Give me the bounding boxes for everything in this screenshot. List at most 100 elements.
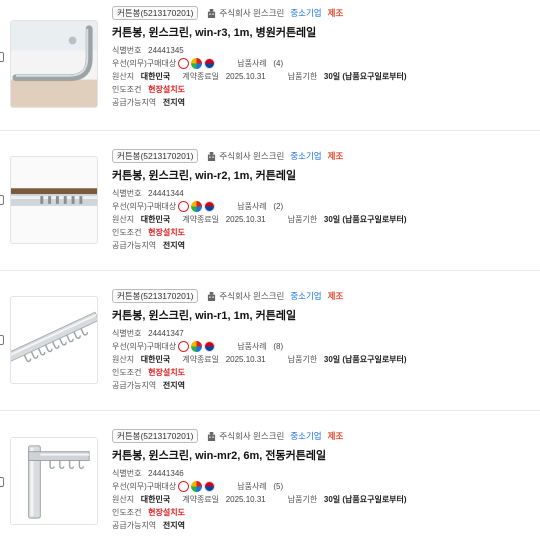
curtain-rail-hooks-image [11, 297, 97, 383]
category-badge[interactable]: 커튼봉(5213170201) [112, 149, 199, 163]
id-value: 24441344 [148, 189, 184, 198]
product-thumbnail[interactable] [10, 156, 98, 244]
social-enterprise-cert-icon [191, 58, 203, 69]
delivery-label: 인도조건 [112, 85, 142, 94]
delivery-value: 현장설치도 [148, 508, 185, 517]
cert-icons [178, 341, 216, 352]
origin-value: 대한민국 [140, 215, 171, 224]
product-thumbnail[interactable] [10, 437, 98, 525]
region-value: 전지역 [162, 521, 185, 530]
item-info: 커튼봉(5213170201) 주식회사 윈스크린 중소기업 제조 커튼봉, 윈… [112, 6, 537, 109]
id-label: 식별번호 [112, 46, 142, 55]
delivery-value: 현장설치도 [148, 85, 185, 94]
cases-count[interactable]: (4) [273, 57, 283, 70]
building-icon [208, 431, 216, 441]
region-value: 전지역 [162, 381, 185, 390]
region-value: 전지역 [162, 241, 185, 250]
product-title[interactable]: 커튼봉, 윈스크린, win-r2, 1m, 커튼레일 [112, 169, 537, 183]
cert-icons [178, 58, 216, 69]
product-thumbnail[interactable] [10, 296, 98, 384]
id-label: 식별번호 [112, 189, 142, 198]
company-name[interactable]: 주식회사 윈스크린 [219, 430, 284, 442]
company-name[interactable]: 주식회사 윈스크린 [219, 150, 284, 162]
region-label: 공급가능지역 [112, 381, 157, 390]
delivery-value: 현장설치도 [148, 228, 185, 237]
category-badge[interactable]: 커튼봉(5213170201) [112, 429, 199, 443]
item-checkbox[interactable] [0, 477, 4, 487]
lead-value: 30일 (납품요구일로부터) [323, 72, 407, 81]
sme-tag: 중소기업 [290, 8, 322, 18]
delivery-label: 인도조건 [112, 368, 142, 377]
delivery-value: 현장설치도 [148, 368, 185, 377]
cases-label: 납품사례 [237, 202, 267, 211]
product-title[interactable]: 커튼봉, 윈스크린, win-r1, 1m, 커튼레일 [112, 309, 537, 323]
cases-label: 납품사례 [237, 482, 267, 491]
preferred-label: 우선(의무)구매대상 [112, 342, 177, 351]
id-value: 24441346 [148, 469, 184, 478]
lead-label: 납품기한 [287, 72, 318, 81]
manufacturer-tag: 제조 [327, 151, 344, 161]
preferred-label: 우선(의무)구매대상 [112, 202, 177, 211]
women-business-cert-icon [178, 481, 190, 492]
list-item: 커튼봉(5213170201) 주식회사 윈스크린 중소기업 제조 커튼봉, 윈… [0, 271, 540, 411]
product-meta: 식별번호 24441347 우선(의무)구매대상 납품사례 (8) 원산지 대한… [112, 327, 537, 392]
contract-end: 2025.10.31 [225, 72, 266, 81]
building-icon [208, 151, 216, 161]
lead-label: 납품기한 [287, 355, 318, 364]
lead-value: 30일 (납품요구일로부터) [323, 215, 407, 224]
social-enterprise-cert-icon [191, 481, 203, 492]
women-business-cert-icon [178, 341, 190, 352]
cases-label: 납품사례 [237, 342, 267, 351]
category-badge[interactable]: 커튼봉(5213170201) [112, 6, 199, 20]
contract-end: 2025.10.31 [225, 355, 266, 364]
manufacturer-tag: 제조 [327, 8, 344, 18]
preferred-label: 우선(의무)구매대상 [112, 482, 177, 491]
sme-tag: 중소기업 [290, 431, 322, 441]
list-item: 커튼봉(5213170201) 주식회사 윈스크린 중소기업 제조 커튼봉, 윈… [0, 131, 540, 271]
id-value: 24441345 [148, 46, 184, 55]
contract-label: 계약종료일 [182, 355, 220, 364]
product-list: 커튼봉(5213170201) 주식회사 윈스크린 중소기업 제조 커튼봉, 윈… [0, 0, 540, 540]
korea-flag-cert-icon [204, 201, 216, 212]
contract-end: 2025.10.31 [225, 495, 266, 504]
sme-tag: 중소기업 [290, 291, 322, 301]
contract-label: 계약종료일 [182, 72, 220, 81]
lead-value: 30일 (납품요구일로부터) [323, 355, 407, 364]
region-label: 공급가능지역 [112, 521, 157, 530]
origin-value: 대한민국 [140, 495, 171, 504]
origin-value: 대한민국 [140, 72, 171, 81]
contract-end: 2025.10.31 [225, 215, 266, 224]
id-label: 식별번호 [112, 329, 142, 338]
item-info: 커튼봉(5213170201) 주식회사 윈스크린 중소기업 제조 커튼봉, 윈… [112, 149, 537, 252]
cases-count[interactable]: (5) [273, 480, 283, 493]
company-name[interactable]: 주식회사 윈스크린 [219, 290, 284, 302]
manufacturer-tag: 제조 [327, 291, 344, 301]
korea-flag-cert-icon [204, 481, 216, 492]
product-title[interactable]: 커튼봉, 윈스크린, win-mr2, 6m, 전동커튼레일 [112, 449, 537, 463]
manufacturer-tag: 제조 [327, 431, 344, 441]
cases-count[interactable]: (2) [273, 200, 283, 213]
product-thumbnail[interactable] [10, 20, 98, 108]
category-badge[interactable]: 커튼봉(5213170201) [112, 289, 199, 303]
preferred-label: 우선(의무)구매대상 [112, 59, 177, 68]
building-icon [208, 8, 216, 18]
company-name[interactable]: 주식회사 윈스크린 [219, 7, 284, 19]
social-enterprise-cert-icon [191, 201, 203, 212]
building-icon [208, 291, 216, 301]
cases-count[interactable]: (8) [273, 340, 283, 353]
product-meta: 식별번호 24441344 우선(의무)구매대상 납품사례 (2) 원산지 대한… [112, 187, 537, 252]
id-label: 식별번호 [112, 469, 142, 478]
list-item: 커튼봉(5213170201) 주식회사 윈스크린 중소기업 제조 커튼봉, 윈… [0, 0, 540, 131]
lead-label: 납품기한 [287, 495, 318, 504]
lead-value: 30일 (납품요구일로부터) [323, 495, 407, 504]
contract-label: 계약종료일 [182, 495, 220, 504]
item-checkbox[interactable] [0, 52, 4, 62]
product-title[interactable]: 커튼봉, 윈스크린, win-r3, 1m, 병원커튼레일 [112, 26, 537, 40]
item-checkbox[interactable] [0, 335, 4, 345]
item-checkbox[interactable] [0, 195, 4, 205]
origin-label: 원산지 [112, 495, 135, 504]
delivery-label: 인도조건 [112, 508, 142, 517]
origin-value: 대한민국 [140, 355, 171, 364]
curtain-rail-straight-image [11, 157, 97, 243]
sme-tag: 중소기업 [290, 151, 322, 161]
